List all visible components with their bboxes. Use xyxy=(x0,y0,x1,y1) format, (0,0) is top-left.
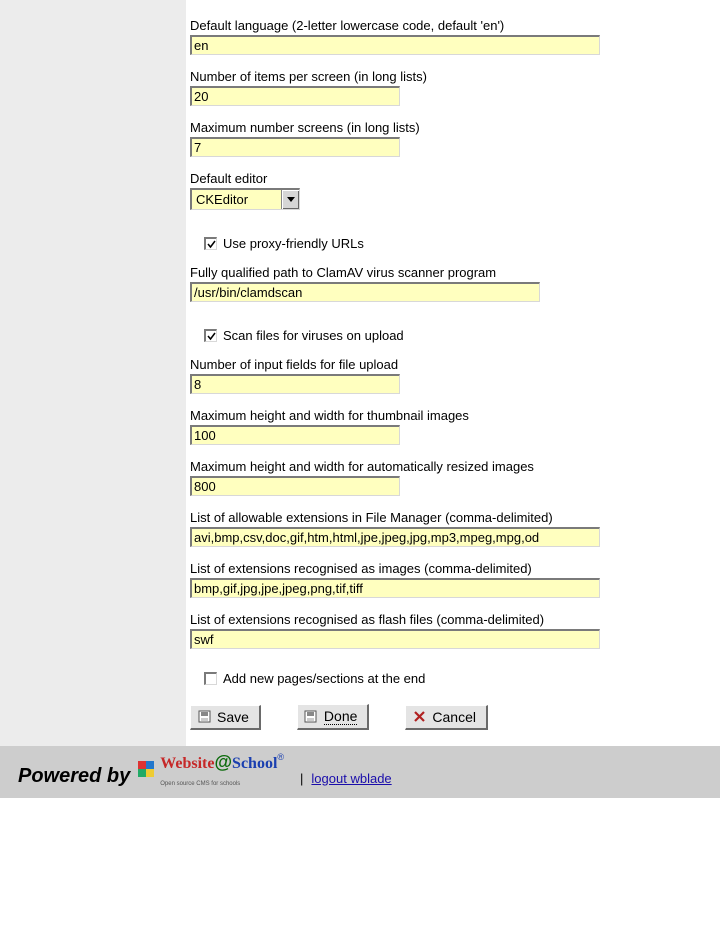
checkbox-add-at-end[interactable] xyxy=(204,672,217,685)
input-image-extensions[interactable] xyxy=(190,578,600,598)
label-default-editor: Default editor xyxy=(190,171,708,186)
select-default-editor[interactable]: CKEditor xyxy=(190,188,300,210)
input-upload-fields[interactable] xyxy=(190,374,400,394)
label-upload-fields: Number of input fields for file upload xyxy=(190,357,708,372)
input-default-language[interactable] xyxy=(190,35,600,55)
row-scan-upload: Scan files for viruses on upload xyxy=(204,328,708,343)
checkbox-proxy-friendly[interactable] xyxy=(204,237,217,250)
footer-separator: | xyxy=(300,771,303,786)
label-scan-upload: Scan files for viruses on upload xyxy=(223,328,404,343)
label-flash-extensions: List of extensions recognised as flash f… xyxy=(190,612,708,627)
label-thumb-size: Maximum height and width for thumbnail i… xyxy=(190,408,708,423)
done-button[interactable]: Done xyxy=(297,704,369,730)
save-button-label: Save xyxy=(217,709,249,725)
settings-form: Default language (2-letter lowercase cod… xyxy=(186,0,720,746)
done-button-label: Done xyxy=(324,708,357,725)
label-extensions: List of allowable extensions in File Man… xyxy=(190,510,708,525)
save-button[interactable]: Save xyxy=(190,705,261,730)
label-items-per-screen: Number of items per screen (in long list… xyxy=(190,69,708,84)
save-icon xyxy=(304,710,318,724)
input-thumb-size[interactable] xyxy=(190,425,400,445)
chevron-down-icon xyxy=(281,190,299,209)
footer: Powered by Website@School® Open source C… xyxy=(0,746,720,798)
row-add-at-end: Add new pages/sections at the end xyxy=(204,671,708,686)
checkbox-scan-upload[interactable] xyxy=(204,329,217,342)
input-clamav-path[interactable] xyxy=(190,282,540,302)
cancel-button-label: Cancel xyxy=(432,709,476,725)
label-clamav-path: Fully qualified path to ClamAV virus sca… xyxy=(190,265,708,280)
cancel-icon xyxy=(412,710,426,724)
input-flash-extensions[interactable] xyxy=(190,629,600,649)
cancel-button[interactable]: Cancel xyxy=(405,705,488,730)
input-items-per-screen[interactable] xyxy=(190,86,400,106)
save-icon xyxy=(197,710,211,724)
powered-by-text: Powered by xyxy=(18,765,130,788)
puzzle-icon xyxy=(136,759,158,782)
label-add-at-end: Add new pages/sections at the end xyxy=(223,671,425,686)
label-proxy-friendly: Use proxy-friendly URLs xyxy=(223,236,364,251)
label-max-screens: Maximum number screens (in long lists) xyxy=(190,120,708,135)
row-proxy-friendly: Use proxy-friendly URLs xyxy=(204,236,708,251)
website-at-school-logo: Website@School® Open source CMS for scho… xyxy=(136,752,284,788)
label-image-extensions: List of extensions recognised as images … xyxy=(190,561,708,576)
input-resize-size[interactable] xyxy=(190,476,400,496)
select-default-editor-value: CKEditor xyxy=(196,192,248,207)
label-default-language: Default language (2-letter lowercase cod… xyxy=(190,18,708,33)
input-extensions[interactable] xyxy=(190,527,600,547)
input-max-screens[interactable] xyxy=(190,137,400,157)
logout-link[interactable]: logout wblade xyxy=(311,771,391,786)
sidebar xyxy=(0,0,186,746)
label-resize-size: Maximum height and width for automatical… xyxy=(190,459,708,474)
button-row: Save Done Cancel xyxy=(190,704,708,730)
